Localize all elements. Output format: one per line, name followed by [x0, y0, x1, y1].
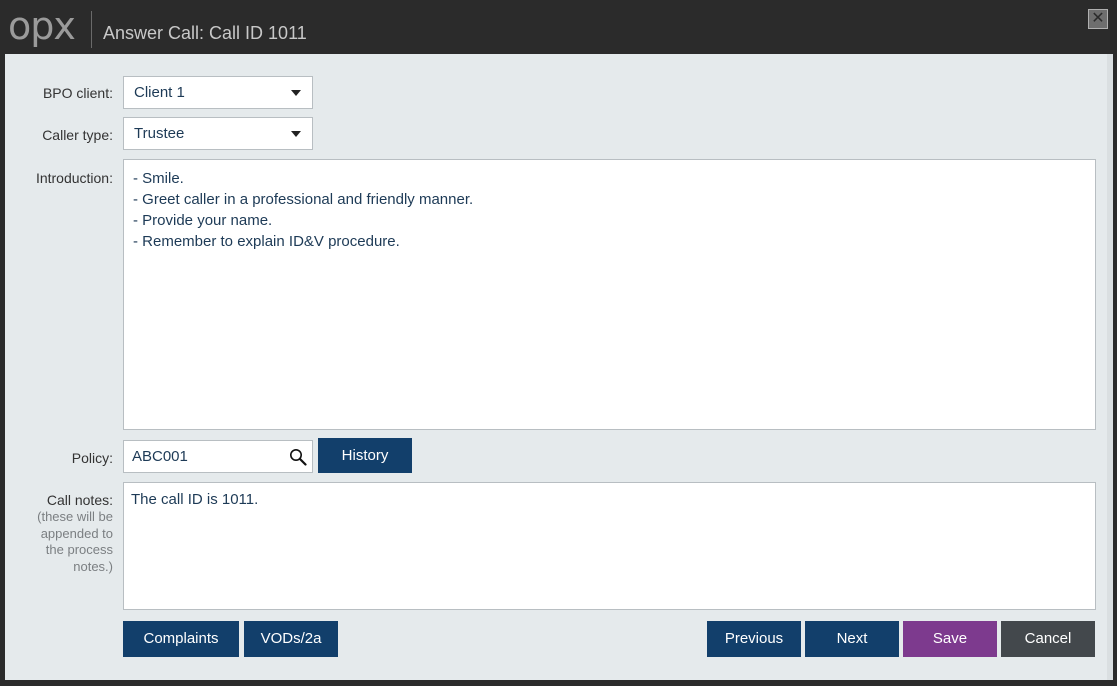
history-button[interactable]: History	[318, 438, 412, 473]
vods-button[interactable]: VODs/2a	[244, 621, 338, 657]
call-notes-hint: (these will be appended to the process n…	[5, 509, 113, 575]
save-button[interactable]: Save	[903, 621, 997, 657]
search-icon[interactable]	[289, 448, 307, 466]
cancel-button[interactable]: Cancel	[1001, 621, 1095, 657]
introduction-label: Introduction:	[35, 170, 113, 186]
next-button[interactable]: Next	[805, 621, 899, 657]
introduction-line: - Provide your name.	[133, 212, 273, 229]
call-notes-hint-line: the process	[45, 542, 113, 557]
window-title: Answer Call: Call ID 1011	[103, 23, 307, 43]
policy-label: Policy:	[71, 450, 113, 466]
caller-type-value: Trustee	[134, 125, 185, 142]
title-bar: opx Answer Call: Call ID 1011 ✕	[0, 0, 1117, 54]
introduction-line: - Greet caller in a professional and fri…	[133, 191, 474, 208]
policy-input[interactable]: ABC001	[123, 440, 313, 473]
call-notes-textarea[interactable]: The call ID is 1011.	[123, 482, 1096, 610]
chevron-down-icon	[291, 131, 301, 137]
chevron-down-icon	[291, 90, 301, 96]
previous-button[interactable]: Previous	[707, 621, 801, 657]
bpo-client-value: Client 1	[134, 84, 185, 101]
introduction-line: - Remember to explain ID&V procedure.	[133, 233, 400, 250]
call-notes-hint-line: appended to	[40, 525, 113, 541]
call-notes-hint-line: (these will be	[37, 509, 113, 524]
introduction-textarea[interactable]: - Smile. - Greet caller in a professiona…	[123, 159, 1096, 430]
introduction-line: - Smile.	[133, 170, 184, 187]
bpo-client-select[interactable]: Client 1	[123, 76, 313, 109]
form-panel: BPO client: Client 1 Caller type: Truste…	[5, 54, 1113, 680]
call-notes-value: The call ID is 1011.	[131, 491, 259, 508]
complaints-button[interactable]: Complaints	[123, 621, 239, 657]
bpo-client-label: BPO client:	[42, 85, 113, 101]
caller-type-select[interactable]: Trustee	[123, 117, 313, 150]
scrollbar-track[interactable]	[1107, 54, 1113, 680]
call-notes-hint-line: notes.)	[73, 558, 113, 574]
close-icon[interactable]: ✕	[1088, 9, 1108, 29]
caller-type-label: Caller type:	[42, 127, 113, 143]
answer-call-window: opx Answer Call: Call ID 1011 ✕ BPO clie…	[0, 0, 1117, 686]
title-separator	[91, 11, 92, 48]
call-notes-label: Call notes:	[46, 492, 113, 508]
opx-logo: opx	[8, 4, 76, 48]
